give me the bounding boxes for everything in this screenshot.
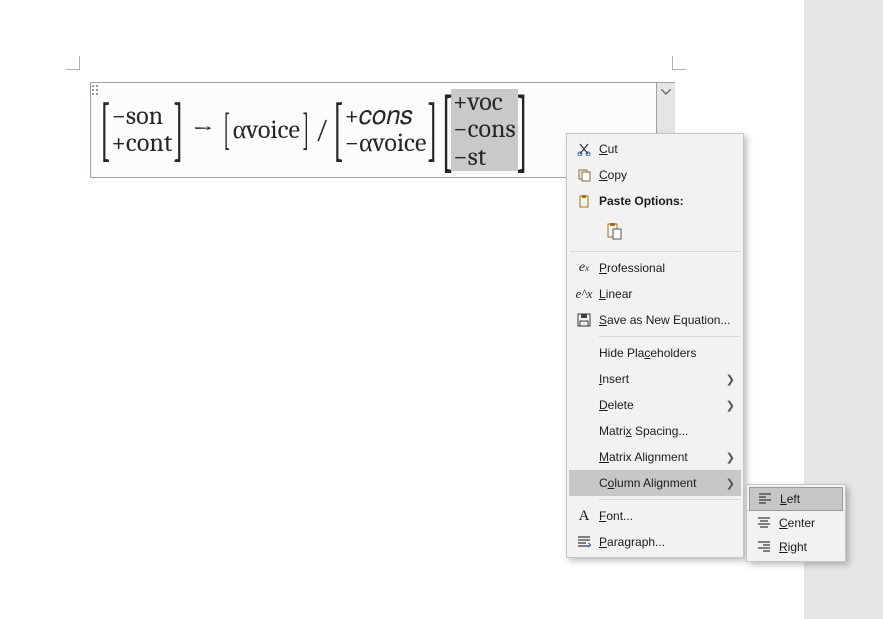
menu-separator bbox=[570, 251, 740, 252]
menu-save-as-equation[interactable]: Save as New Equation... bbox=[569, 307, 741, 333]
matrix3-row1[interactable]: +𝑐𝑜𝑛𝑠 bbox=[343, 103, 429, 130]
right-bracket-icon: ] bbox=[302, 100, 309, 160]
matrix1-row1[interactable]: −son bbox=[110, 103, 175, 130]
menu-matrix-spacing[interactable]: Matrix Spacing... bbox=[569, 418, 741, 444]
font-icon: A bbox=[573, 508, 595, 525]
matrix4-row1[interactable]: +voc bbox=[451, 89, 518, 116]
margin-mark-top-left bbox=[62, 52, 80, 70]
menu-paragraph[interactable]: Paragraph... bbox=[569, 529, 741, 555]
submenu-arrow-icon: ❯ bbox=[726, 373, 735, 386]
chevron-down-icon bbox=[661, 89, 671, 95]
submenu-center-label: Center bbox=[775, 516, 837, 530]
professional-icon: ex bbox=[573, 260, 595, 276]
matrix1-row2[interactable]: +cont bbox=[110, 130, 175, 157]
menu-paste-options-header: Paste Options: bbox=[569, 188, 741, 214]
submenu-center[interactable]: Center bbox=[749, 511, 843, 535]
equation-content[interactable]: [ −son +cont ] → [ αvoice ] / [ bbox=[99, 89, 526, 171]
cut-icon bbox=[573, 142, 595, 156]
menu-column-alignment[interactable]: Column Alignment ❯ bbox=[569, 470, 741, 496]
menu-delete-label: Delete bbox=[595, 398, 726, 412]
equation-move-handle[interactable] bbox=[91, 83, 99, 177]
submenu-right-label: Right bbox=[775, 540, 837, 554]
arrow-symbol: → bbox=[189, 115, 217, 145]
margin-mark-top-right bbox=[672, 52, 690, 70]
clipboard-paste-icon bbox=[605, 222, 623, 240]
align-center-icon bbox=[753, 517, 775, 529]
right-bracket-icon: ] bbox=[516, 91, 528, 169]
left-bracket-icon: [ bbox=[223, 100, 230, 160]
submenu-arrow-icon: ❯ bbox=[726, 451, 735, 464]
menu-matrix-alignment[interactable]: Matrix Alignment ❯ bbox=[569, 444, 741, 470]
context-menu: Cut Copy Paste Options: ex Professional … bbox=[566, 133, 744, 558]
right-bracket-icon: ] bbox=[427, 100, 438, 160]
left-bracket-icon: [ bbox=[333, 100, 344, 160]
submenu-right[interactable]: Right bbox=[749, 535, 843, 559]
matrix3-row2[interactable]: −αvoice bbox=[343, 130, 429, 157]
save-icon bbox=[573, 313, 595, 327]
paragraph-icon bbox=[573, 536, 595, 548]
menu-separator bbox=[599, 336, 740, 337]
submenu-arrow-icon: ❯ bbox=[726, 477, 735, 490]
menu-cut-label: Cut bbox=[595, 142, 735, 156]
menu-font[interactable]: A Font... bbox=[569, 503, 741, 529]
align-right-icon bbox=[753, 541, 775, 553]
matrix-3[interactable]: [ +𝑐𝑜𝑛𝑠 −αvoice ] bbox=[334, 100, 437, 160]
left-bracket-icon: [ bbox=[100, 100, 111, 160]
menu-column-alignment-label: Column Alignment bbox=[595, 476, 726, 490]
matrix4-row3[interactable]: −st bbox=[451, 144, 518, 171]
matrix-4-selected[interactable]: [ +voc −cons −st ] bbox=[443, 89, 526, 171]
matrix-1[interactable]: [ −son +cont ] bbox=[101, 100, 183, 160]
menu-matrix-alignment-label: Matrix Alignment bbox=[595, 450, 726, 464]
copy-icon bbox=[573, 168, 595, 182]
menu-font-label: Font... bbox=[595, 509, 735, 523]
submenu-arrow-icon: ❯ bbox=[726, 399, 735, 412]
paste-options-row bbox=[569, 214, 741, 248]
menu-copy[interactable]: Copy bbox=[569, 162, 741, 188]
submenu-left-label: Left bbox=[776, 492, 836, 506]
align-left-icon bbox=[754, 493, 776, 505]
menu-cut[interactable]: Cut bbox=[569, 136, 741, 162]
menu-delete[interactable]: Delete ❯ bbox=[569, 392, 741, 418]
matrix4-row2[interactable]: −cons bbox=[451, 116, 518, 143]
menu-hide-placeholders[interactable]: Hide Placeholders bbox=[569, 340, 741, 366]
menu-linear-label: Linear bbox=[595, 287, 735, 301]
menu-insert-label: Insert bbox=[595, 372, 726, 386]
slash-symbol: / bbox=[315, 115, 328, 145]
left-bracket-icon: [ bbox=[441, 91, 453, 169]
menu-separator bbox=[599, 499, 740, 500]
menu-hide-placeholders-label: Hide Placeholders bbox=[595, 346, 735, 360]
submenu-left[interactable]: Left bbox=[749, 487, 843, 511]
menu-linear[interactable]: e^x Linear bbox=[569, 281, 741, 307]
menu-paste-options-label: Paste Options: bbox=[595, 194, 735, 208]
matrix-2[interactable]: [ αvoice ] bbox=[223, 100, 309, 160]
matrix2-value[interactable]: αvoice bbox=[231, 115, 302, 145]
menu-copy-label: Copy bbox=[595, 168, 735, 182]
grip-icon bbox=[92, 85, 98, 95]
menu-professional-label: Professional bbox=[595, 261, 735, 275]
menu-matrix-spacing-label: Matrix Spacing... bbox=[595, 424, 735, 438]
menu-professional[interactable]: ex Professional bbox=[569, 255, 741, 281]
menu-insert[interactable]: Insert ❯ bbox=[569, 366, 741, 392]
paste-keep-source-button[interactable] bbox=[599, 216, 629, 246]
linear-icon: e^x bbox=[573, 286, 595, 302]
column-alignment-submenu: Left Center Right bbox=[746, 484, 846, 562]
paste-icon bbox=[573, 194, 595, 208]
menu-save-as-label: Save as New Equation... bbox=[595, 313, 735, 327]
right-bracket-icon: ] bbox=[173, 100, 184, 160]
menu-paragraph-label: Paragraph... bbox=[595, 535, 735, 549]
